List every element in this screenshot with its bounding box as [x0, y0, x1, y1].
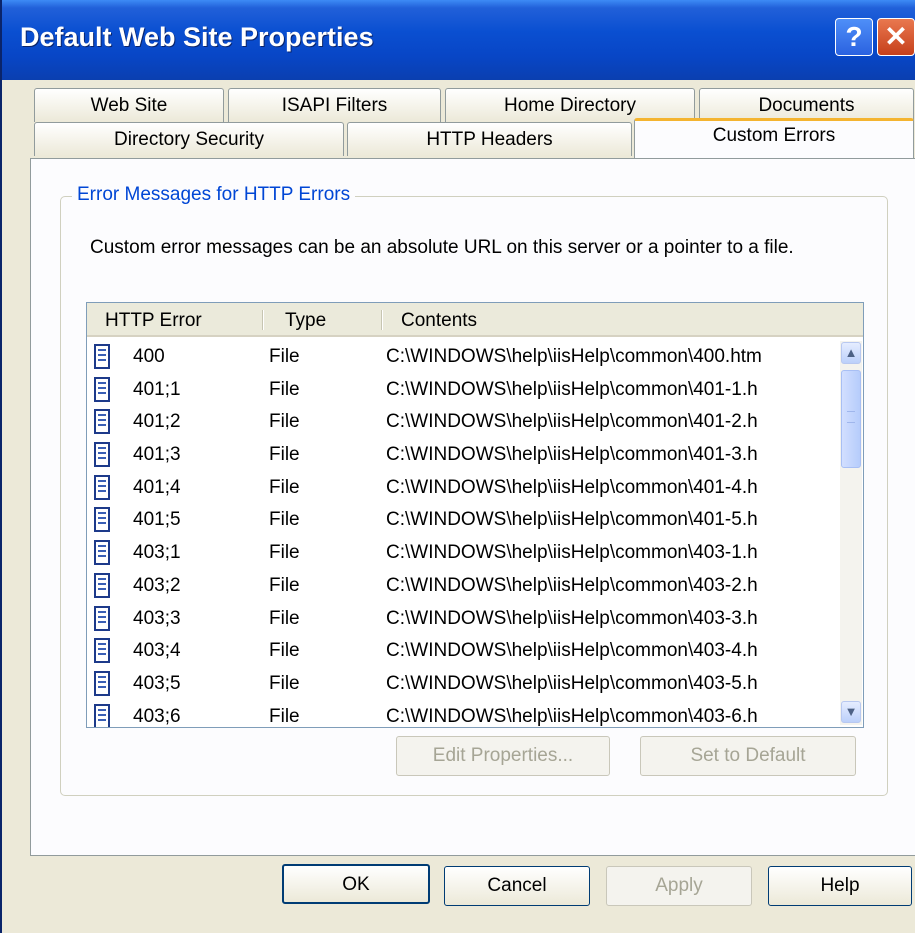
file-document-icon: [94, 344, 110, 369]
cell-type: File: [269, 476, 300, 498]
cell-type: File: [269, 378, 300, 400]
column-divider[interactable]: [262, 310, 264, 330]
tab-custom-errors[interactable]: Custom Errors: [634, 118, 914, 158]
cell-contents: C:\WINDOWS\help\iisHelp\common\401-5.h: [386, 509, 758, 531]
column-header-type[interactable]: Type: [285, 303, 326, 335]
cell-http-error: 403;3: [133, 607, 181, 629]
file-document-icon: [94, 474, 110, 500]
cell-type: File: [269, 346, 300, 367]
cell-type: File: [269, 672, 300, 694]
table-row[interactable]: 401;2 File C:\WINDOWS\help\iisHelp\common\…: [87, 406, 839, 439]
cell-http-error: 401;4: [133, 476, 181, 498]
properties-dialog: Default Web Site Properties ? ✕ Web Site…: [0, 0, 915, 933]
help-button[interactable]: Help: [768, 866, 912, 906]
cell-type: File: [269, 640, 300, 662]
cell-type: File: [269, 444, 300, 466]
table-row[interactable]: 401;1 File C:\WINDOWS\help\iisHelp\common\…: [87, 374, 839, 407]
cell-contents: C:\WINDOWS\help\iisHelp\common\400.htm: [386, 346, 762, 367]
cell-http-error: 403;4: [133, 640, 181, 662]
cell-http-error: 403;2: [133, 574, 181, 596]
cell-contents: C:\WINDOWS\help\iisHelp\common\401-2.h: [386, 411, 758, 433]
cell-http-error: 400: [133, 346, 165, 367]
tab-http-headers[interactable]: HTTP Headers: [347, 122, 632, 156]
vertical-scrollbar[interactable]: ▲ ▼: [840, 341, 862, 725]
http-errors-list[interactable]: HTTP Error Type Contents 400 File C:\WINDO…: [86, 302, 864, 728]
table-row[interactable]: 401;3 File C:\WINDOWS\help\iisHelp\common\…: [87, 439, 839, 472]
edit-properties-button[interactable]: Edit Properties...: [396, 736, 610, 776]
list-header: HTTP Error Type Contents: [87, 303, 863, 337]
cell-contents: C:\WINDOWS\help\iisHelp\common\403-3.h: [386, 607, 758, 629]
cell-http-error: 401;5: [133, 509, 181, 531]
cell-http-error: 403;6: [133, 705, 181, 727]
cell-type: File: [269, 411, 300, 433]
cell-contents: C:\WINDOWS\help\iisHelp\common\401-3.h: [386, 444, 758, 466]
cell-contents: C:\WINDOWS\help\iisHelp\common\403-5.h: [386, 672, 758, 694]
cell-http-error: 403;5: [133, 672, 181, 694]
apply-button[interactable]: Apply: [606, 866, 752, 906]
cell-contents: C:\WINDOWS\help\iisHelp\common\401-1.h: [386, 378, 758, 400]
grip-icon: [847, 411, 855, 423]
window-title: Default Web Site Properties: [20, 22, 374, 52]
cell-type: File: [269, 509, 300, 531]
file-document-icon: [94, 670, 110, 696]
table-row[interactable]: 403;5 File C:\WINDOWS\help\iisHelp\common\…: [87, 668, 839, 701]
cell-contents: C:\WINDOWS\help\iisHelp\common\403-4.h: [386, 640, 758, 662]
cell-type: File: [269, 574, 300, 596]
table-row[interactable]: 403;3 File C:\WINDOWS\help\iisHelp\common\…: [87, 603, 839, 636]
cell-http-error: 401;3: [133, 444, 181, 466]
set-to-default-button[interactable]: Set to Default: [640, 736, 856, 776]
scroll-down-icon[interactable]: ▼: [841, 701, 861, 723]
table-row[interactable]: 401;5 File C:\WINDOWS\help\iisHelp\common\…: [87, 504, 839, 537]
table-row[interactable]: 400 File C:\WINDOWS\help\iisHelp\common\40…: [87, 341, 839, 374]
column-divider[interactable]: [381, 310, 383, 330]
column-header-http-error[interactable]: HTTP Error: [105, 303, 202, 335]
cell-type: File: [269, 705, 300, 727]
cell-http-error: 401;1: [133, 378, 181, 400]
tab-documents[interactable]: Documents: [699, 88, 914, 122]
close-icon[interactable]: ✕: [877, 18, 915, 56]
group-legend: Error Messages for HTTP Errors: [72, 184, 356, 206]
file-document-icon: [94, 507, 110, 533]
cell-type: File: [269, 607, 300, 629]
ok-button[interactable]: OK: [282, 864, 430, 904]
file-document-icon: [94, 638, 110, 664]
cell-contents: C:\WINDOWS\help\iisHelp\common\401-4.h: [386, 476, 758, 498]
file-document-icon: [94, 572, 110, 598]
title-bar[interactable]: Default Web Site Properties ? ✕: [2, 0, 915, 80]
table-row[interactable]: 403;6 File C:\WINDOWS\help\iisHelp\common\…: [87, 701, 839, 727]
file-document-icon: [94, 703, 110, 727]
help-title-button[interactable]: ?: [835, 18, 873, 56]
cell-contents: C:\WINDOWS\help\iisHelp\common\403-6.h: [386, 705, 758, 727]
cell-contents: C:\WINDOWS\help\iisHelp\common\403-2.h: [386, 574, 758, 596]
file-document-icon: [94, 540, 110, 566]
table-row[interactable]: 403;1 File C:\WINDOWS\help\iisHelp\common\…: [87, 537, 839, 570]
file-document-icon: [94, 442, 110, 468]
column-header-contents[interactable]: Contents: [401, 303, 477, 335]
list-rows: 400 File C:\WINDOWS\help\iisHelp\common\40…: [87, 341, 839, 727]
tab-web-site[interactable]: Web Site: [34, 88, 224, 122]
group-description: Custom error messages can be an absolute…: [90, 237, 794, 258]
file-document-icon: [94, 409, 110, 435]
file-document-icon: [94, 605, 110, 631]
scroll-up-icon[interactable]: ▲: [841, 342, 861, 364]
tab-home-directory[interactable]: Home Directory: [445, 88, 695, 122]
table-row[interactable]: 401;4 File C:\WINDOWS\help\iisHelp\common\…: [87, 472, 839, 505]
cell-http-error: 403;1: [133, 542, 181, 564]
tab-isapi-filters[interactable]: ISAPI Filters: [228, 88, 441, 122]
cell-type: File: [269, 542, 300, 564]
table-row[interactable]: 403;2 File C:\WINDOWS\help\iisHelp\common\…: [87, 570, 839, 603]
cell-contents: C:\WINDOWS\help\iisHelp\common\403-1.h: [386, 542, 758, 564]
scroll-thumb[interactable]: [841, 370, 861, 468]
table-row[interactable]: 403;4 File C:\WINDOWS\help\iisHelp\common\…: [87, 635, 839, 668]
cancel-button[interactable]: Cancel: [444, 866, 590, 906]
tab-directory-security[interactable]: Directory Security: [34, 122, 344, 156]
cell-http-error: 401;2: [133, 411, 181, 433]
file-document-icon: [94, 376, 110, 402]
